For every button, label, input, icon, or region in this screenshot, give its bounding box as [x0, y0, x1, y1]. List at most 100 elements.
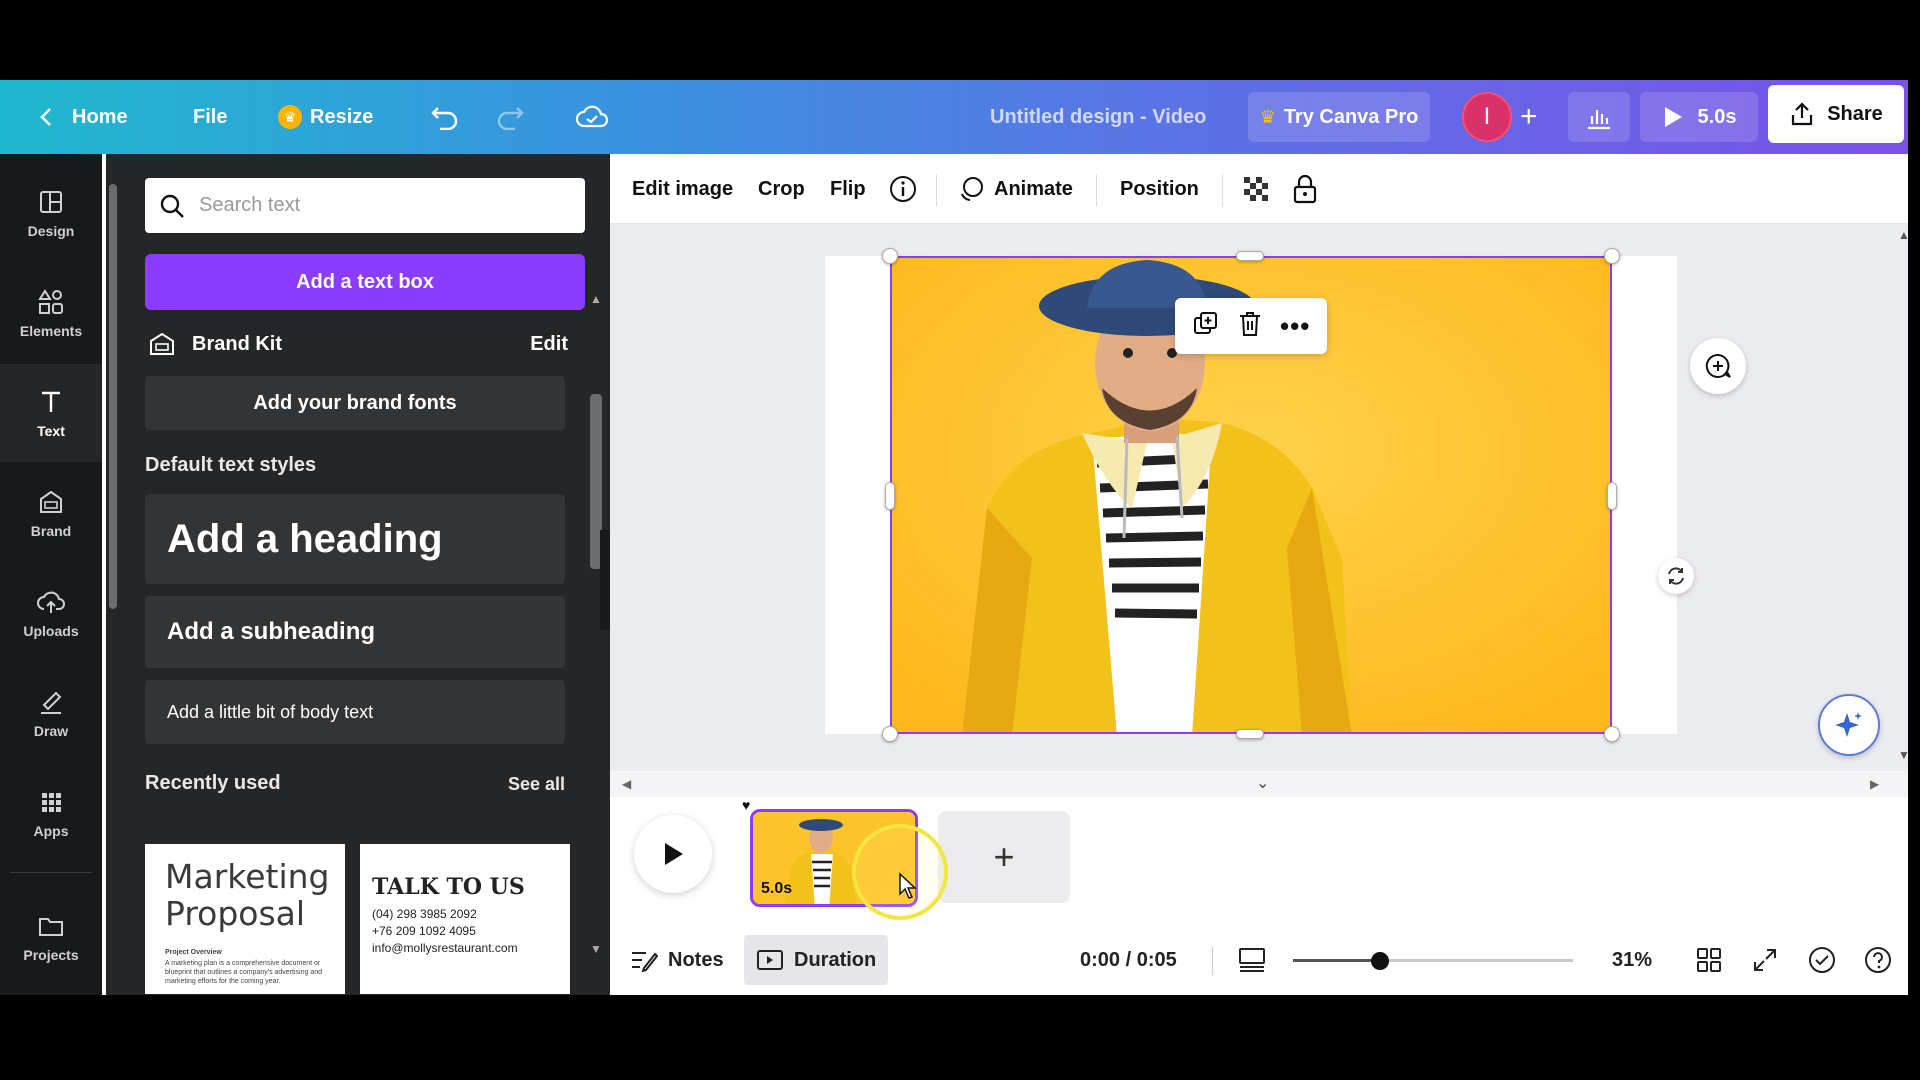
edit-image-button[interactable]: Edit image: [632, 154, 733, 224]
zoom-slider[interactable]: [1293, 952, 1573, 970]
transparency-button[interactable]: [1242, 154, 1270, 224]
design-title[interactable]: Untitled design - Video: [990, 80, 1206, 154]
scroll-right-arrow[interactable]: ▶: [1870, 777, 1879, 791]
lock-button[interactable]: [1292, 154, 1318, 224]
brand-kit-label: Brand Kit: [192, 332, 282, 355]
template-card-talk-to-us[interactable]: TALK TO US (04) 298 3985 2092 +76 209 10…: [360, 844, 570, 994]
add-subheading-button[interactable]: Add a subheading: [145, 596, 565, 668]
resize-button[interactable]: ♛ Resize: [278, 80, 373, 154]
fullscreen-button[interactable]: [1752, 925, 1778, 995]
rail-scroll-thumb[interactable]: [109, 184, 117, 609]
resize-handle-tl[interactable]: [882, 248, 898, 264]
brand-edit-link[interactable]: Edit: [530, 333, 568, 356]
resize-handle-br[interactable]: [1604, 726, 1620, 742]
redo-button[interactable]: [495, 80, 525, 154]
text-panel: Add a text box Brand Kit Edit Add your b…: [120, 154, 610, 995]
rail-item-design[interactable]: Design: [0, 164, 102, 262]
rail-item-projects[interactable]: Projects: [0, 888, 102, 986]
delete-button[interactable]: [1237, 310, 1263, 343]
grid-view-button[interactable]: [1696, 925, 1722, 995]
help-button[interactable]: [1864, 925, 1892, 995]
rail-item-elements[interactable]: Elements: [0, 264, 102, 362]
heading-label: Add a heading: [167, 516, 443, 561]
add-heading-button[interactable]: Add a heading: [145, 494, 565, 584]
undo-button[interactable]: [430, 80, 460, 154]
rotate-button[interactable]: [1658, 558, 1694, 594]
present-play-button[interactable]: 5.0s: [1640, 92, 1758, 142]
rail-item-draw[interactable]: Draw: [0, 664, 102, 762]
magic-assistant-button[interactable]: [1818, 694, 1880, 756]
resize-handle-top[interactable]: [1236, 251, 1264, 261]
expand-icon: [1754, 949, 1776, 971]
zoom-percent-text: 31%: [1612, 948, 1653, 971]
chevron-down-icon[interactable]: ⌄: [1256, 773, 1269, 793]
animate-button[interactable]: Animate: [956, 154, 1073, 224]
zoom-slider-knob[interactable]: [1370, 952, 1389, 970]
duration-button[interactable]: Duration: [744, 935, 889, 985]
chevron-right-icon[interactable]: ›: [550, 914, 559, 946]
info-button[interactable]: [888, 154, 918, 224]
add-text-box-button[interactable]: Add a text box: [145, 254, 585, 310]
zoom-percent[interactable]: 31%: [1612, 925, 1652, 995]
add-body-text-button[interactable]: Add a little bit of body text: [145, 680, 565, 744]
brand-kit-row: Brand Kit Edit: [148, 324, 568, 364]
rail-item-uploads[interactable]: Uploads: [0, 564, 102, 662]
brand-icon: [40, 490, 62, 513]
resize-handle-bl[interactable]: [882, 726, 898, 742]
time-text: 0:00 / 0:05: [1080, 948, 1177, 971]
crop-button[interactable]: Crop: [758, 154, 805, 224]
resize-handle-right[interactable]: [1607, 482, 1617, 510]
subheading-label: Add a subheading: [167, 618, 376, 645]
add-brand-fonts-button[interactable]: Add your brand fonts: [145, 376, 565, 430]
cloud-save-button[interactable]: [575, 80, 609, 154]
plus-icon: +: [1520, 100, 1538, 133]
more-options-button[interactable]: •••: [1280, 311, 1310, 342]
scroll-up-arrow[interactable]: ▲: [590, 292, 602, 306]
home-button[interactable]: Home: [38, 80, 128, 154]
scroll-down-arrow[interactable]: ▼: [590, 942, 602, 956]
flip-button[interactable]: Flip: [830, 154, 866, 224]
check-button[interactable]: [1808, 925, 1836, 995]
try-canva-pro-button[interactable]: ♛ Try Canva Pro: [1248, 92, 1430, 142]
rail-item-apps[interactable]: Apps: [0, 764, 102, 862]
timeline-play-button[interactable]: [634, 815, 712, 893]
toolbar-divider: [936, 174, 937, 206]
canvas-horizontal-scrollbar[interactable]: ◀ ▶ ⌄: [610, 771, 1908, 797]
resize-label: Resize: [310, 105, 374, 128]
lock-icon: [1293, 174, 1317, 204]
file-menu[interactable]: File: [193, 80, 227, 154]
crown-icon: ♛: [1259, 106, 1276, 127]
canva-editor-window: Home File ♛ Resize Untitled design - Vid…: [0, 80, 1920, 995]
toolbar-divider: [1222, 174, 1223, 206]
file-label: File: [193, 105, 228, 128]
rail-label: Draw: [33, 723, 69, 739]
resize-handle-bottom[interactable]: [1236, 729, 1264, 739]
template-small-title: Project Overview: [165, 949, 222, 956]
insights-button[interactable]: [1568, 92, 1630, 142]
avatar[interactable]: I: [1462, 92, 1512, 142]
resize-handle-left[interactable]: [885, 482, 895, 510]
add-collaborator-button[interactable]: +: [1520, 80, 1538, 154]
page-view-button[interactable]: [1238, 925, 1266, 995]
see-all-link[interactable]: See all: [508, 774, 565, 795]
template-phone2: +76 209 1092 4095: [372, 924, 476, 938]
duplicate-button[interactable]: [1192, 310, 1220, 343]
rail-item-text[interactable]: Text: [0, 364, 102, 462]
pen-icon: [41, 691, 62, 714]
rail-item-brand[interactable]: Brand: [0, 464, 102, 562]
add-comment-button[interactable]: [1690, 338, 1746, 394]
add-clip-button[interactable]: +: [938, 811, 1070, 903]
resize-handle-tr[interactable]: [1604, 248, 1620, 264]
scroll-left-arrow[interactable]: ◀: [622, 777, 631, 791]
template-card-marketing[interactable]: Marketing Proposal Project Overview A ma…: [145, 844, 345, 994]
editor-bottom-bar: Notes Duration 0:00 / 0:05 31%: [610, 925, 1908, 995]
playhead-marker[interactable]: ♥: [742, 797, 750, 813]
share-button[interactable]: Share: [1768, 85, 1904, 143]
default-styles-heading: Default text styles: [145, 454, 317, 476]
notes-button[interactable]: Notes: [630, 925, 724, 995]
search-input[interactable]: [199, 194, 559, 217]
rail-scrollbar[interactable]: [106, 154, 120, 995]
position-button[interactable]: Position: [1120, 154, 1199, 224]
check-circle-icon: [1809, 947, 1835, 973]
search-box[interactable]: [145, 178, 585, 233]
